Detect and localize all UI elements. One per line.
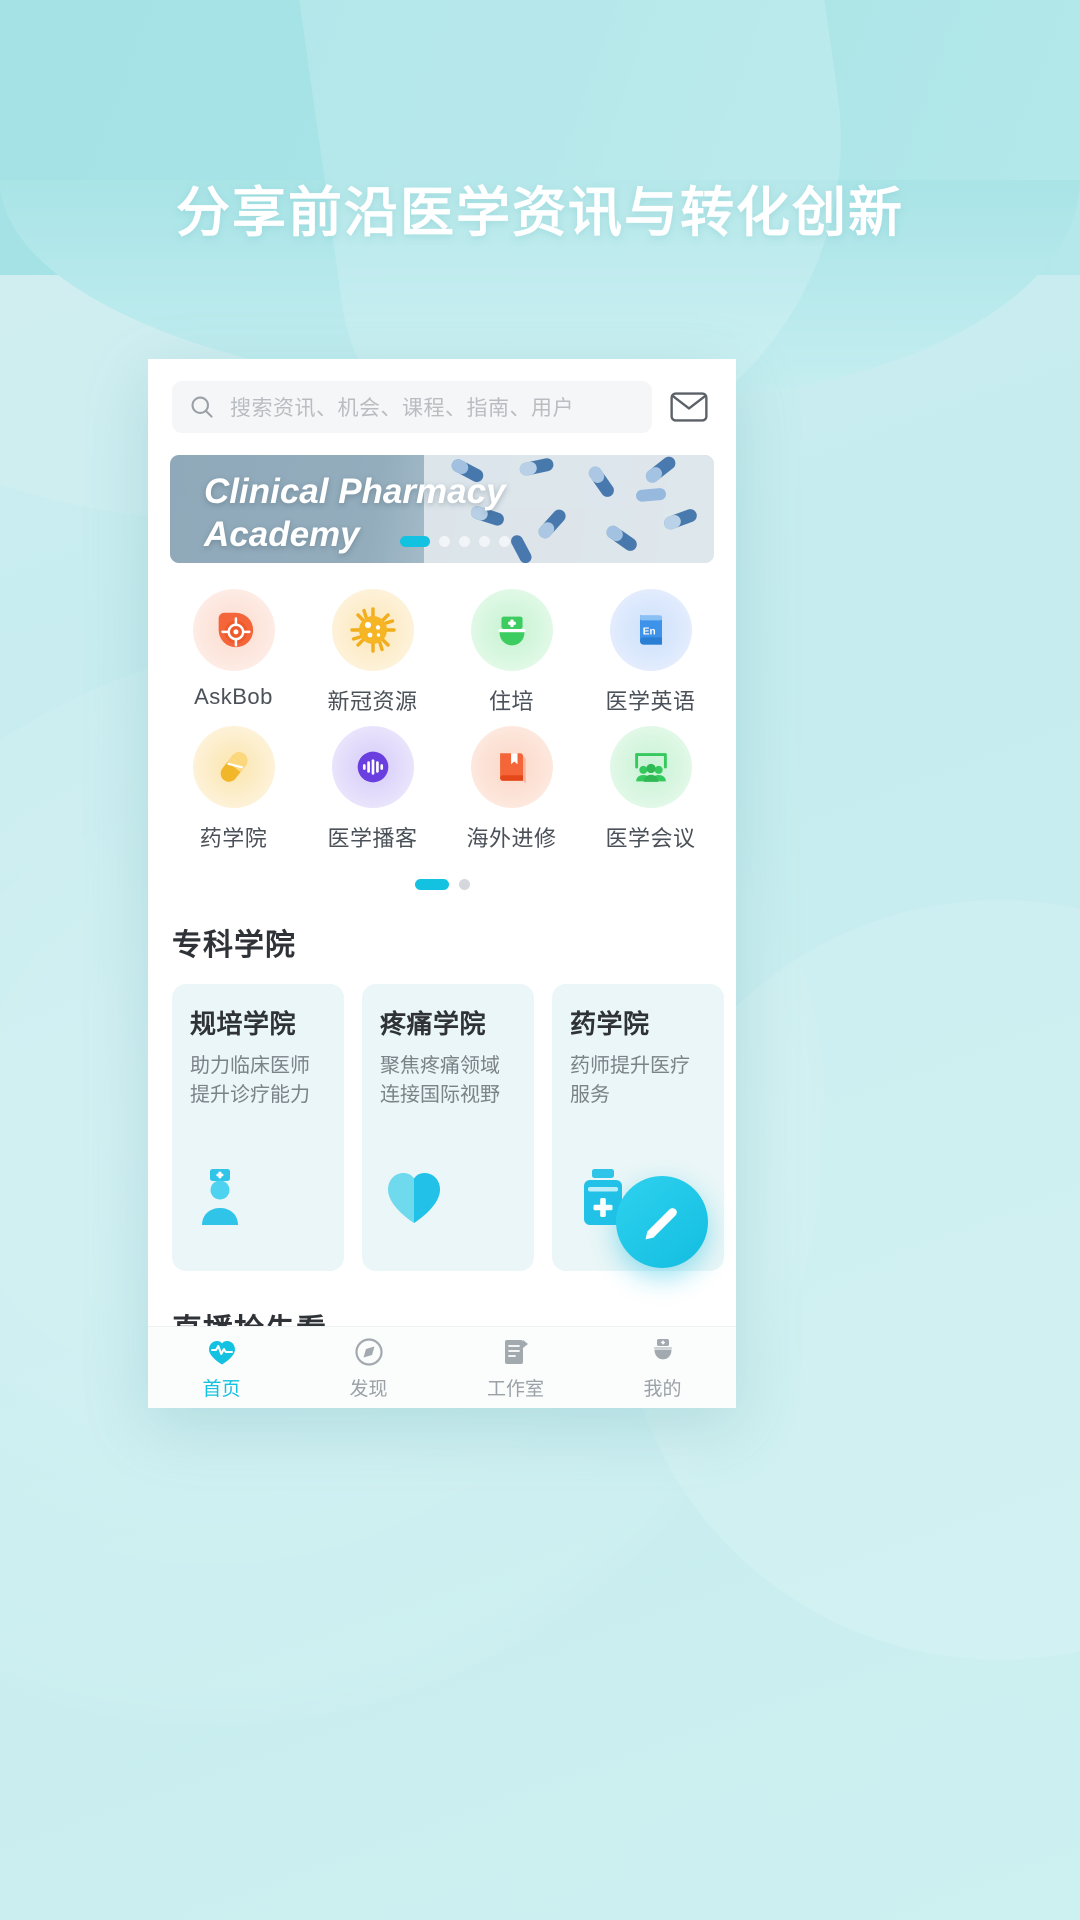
search-placeholder-text: 搜索资讯、机会、课程、指南、用户 — [230, 397, 574, 420]
card-description: 聚焦疼痛领域连接国际视野 — [380, 1055, 500, 1106]
grid-dot[interactable] — [458, 879, 470, 890]
grid-item-label: 医学播客 — [327, 826, 418, 851]
card-description: 助力临床医师提升诊疗能力 — [190, 1055, 310, 1106]
grid-item-label: 药学院 — [199, 826, 268, 851]
grid-item-overseas-study[interactable]: 海外进修 — [442, 726, 581, 853]
grid-item-label: 海外进修 — [466, 826, 557, 851]
icon-bubble — [192, 726, 275, 808]
page-headline: 分享前沿医学资讯与转化创新 — [176, 183, 904, 243]
podcast-wave-icon — [357, 751, 388, 783]
profile-icon — [653, 1338, 672, 1359]
icon-bubble: En — [609, 589, 692, 671]
icon-bubble — [470, 726, 553, 808]
grid-item-medical-english[interactable]: En 医学英语 — [581, 589, 720, 716]
mail-button[interactable] — [666, 384, 712, 430]
specialty-card-pain[interactable]: 疼痛学院 聚焦疼痛领域连接国际视野 — [362, 984, 534, 1271]
nurse-cap-icon — [498, 616, 525, 646]
card-description: 药师提升医疗服务 — [570, 1055, 690, 1106]
grid-item-label: 医学英语 — [605, 689, 696, 714]
banner-dot[interactable] — [439, 536, 450, 547]
heart-icon — [384, 1163, 446, 1225]
card-title: 药学院 — [570, 1009, 650, 1039]
compass-icon — [354, 1337, 383, 1366]
icon-bubble — [609, 726, 692, 808]
grid-item-pharmacy-academy[interactable]: 药学院 — [164, 726, 303, 853]
grid-item-residency[interactable]: 住培 — [442, 589, 581, 716]
virus-icon — [349, 607, 396, 653]
search-input[interactable]: 搜索资讯、机会、课程、指南、用户 — [172, 381, 652, 433]
promo-banner[interactable]: Clinical Pharmacy Academy — [170, 455, 714, 563]
banner-dot[interactable] — [479, 536, 490, 547]
tab-profile[interactable]: 我的 — [589, 1335, 736, 1401]
tab-studio[interactable]: 工作室 — [442, 1335, 589, 1401]
grid-item-askbob[interactable]: AskBob — [164, 589, 303, 716]
tab-label: 首页 — [202, 1378, 241, 1400]
tab-label: 我的 — [643, 1378, 682, 1400]
compose-fab-button[interactable] — [616, 1176, 708, 1268]
doctor-figure-icon — [194, 1163, 256, 1225]
grid-item-label: 住培 — [488, 689, 534, 714]
banner-dot[interactable] — [459, 536, 470, 547]
icon-bubble — [331, 589, 414, 671]
search-icon — [191, 396, 213, 418]
banner-pagination[interactable] — [400, 536, 510, 547]
grid-pagination[interactable] — [148, 879, 736, 890]
banner-dot[interactable] — [400, 536, 430, 547]
banner-dot[interactable] — [499, 536, 510, 547]
card-title: 规培学院 — [190, 1009, 297, 1039]
card-title: 疼痛学院 — [380, 1009, 487, 1039]
studio-icon — [504, 1339, 528, 1364]
quick-entry-grid: AskBob 新冠资源 住培 En 医学英语 药学院 医学播客 海外进修 医学会… — [148, 563, 736, 853]
english-book-icon: En — [639, 615, 662, 645]
conference-icon — [634, 753, 667, 782]
icon-bubble — [331, 726, 414, 808]
specialty-section-title: 专科学院 — [172, 929, 296, 962]
tab-label: 发现 — [349, 1378, 388, 1400]
live-section-title: 直播抢先看 — [172, 1305, 736, 1326]
grid-item-label: 新冠资源 — [327, 689, 418, 714]
bottom-tab-bar: 首页 发现 工作室 我的 — [148, 1326, 736, 1408]
bookmark-book-icon — [499, 753, 526, 784]
grid-item-podcast[interactable]: 医学播客 — [303, 726, 442, 853]
phone-mockup: 搜索资讯、机会、课程、指南、用户 Clinical Pharmacy Acade… — [148, 359, 736, 1408]
icon-bubble — [470, 589, 553, 671]
specialty-card-regpei[interactable]: 规培学院 助力临床医师提升诊疗能力 — [172, 984, 344, 1271]
home-heartbeat-icon — [208, 1340, 235, 1364]
grid-item-covid-resources[interactable]: 新冠资源 — [303, 589, 442, 716]
tab-discover[interactable]: 发现 — [295, 1335, 442, 1401]
tab-home[interactable]: 首页 — [148, 1335, 295, 1401]
capsule-icon — [220, 752, 247, 782]
icon-bubble — [192, 589, 275, 671]
search-row: 搜索资讯、机会、课程、指南、用户 — [148, 359, 736, 441]
svg-text:En: En — [642, 627, 655, 638]
grid-item-label: 医学会议 — [605, 826, 696, 851]
mail-icon — [670, 392, 708, 422]
grid-dot[interactable] — [414, 879, 449, 890]
tab-label: 工作室 — [486, 1378, 544, 1400]
target-icon — [218, 612, 253, 648]
grid-item-label: AskBob — [194, 684, 273, 709]
pencil-icon — [645, 1208, 677, 1240]
grid-item-conference[interactable]: 医学会议 — [581, 726, 720, 853]
